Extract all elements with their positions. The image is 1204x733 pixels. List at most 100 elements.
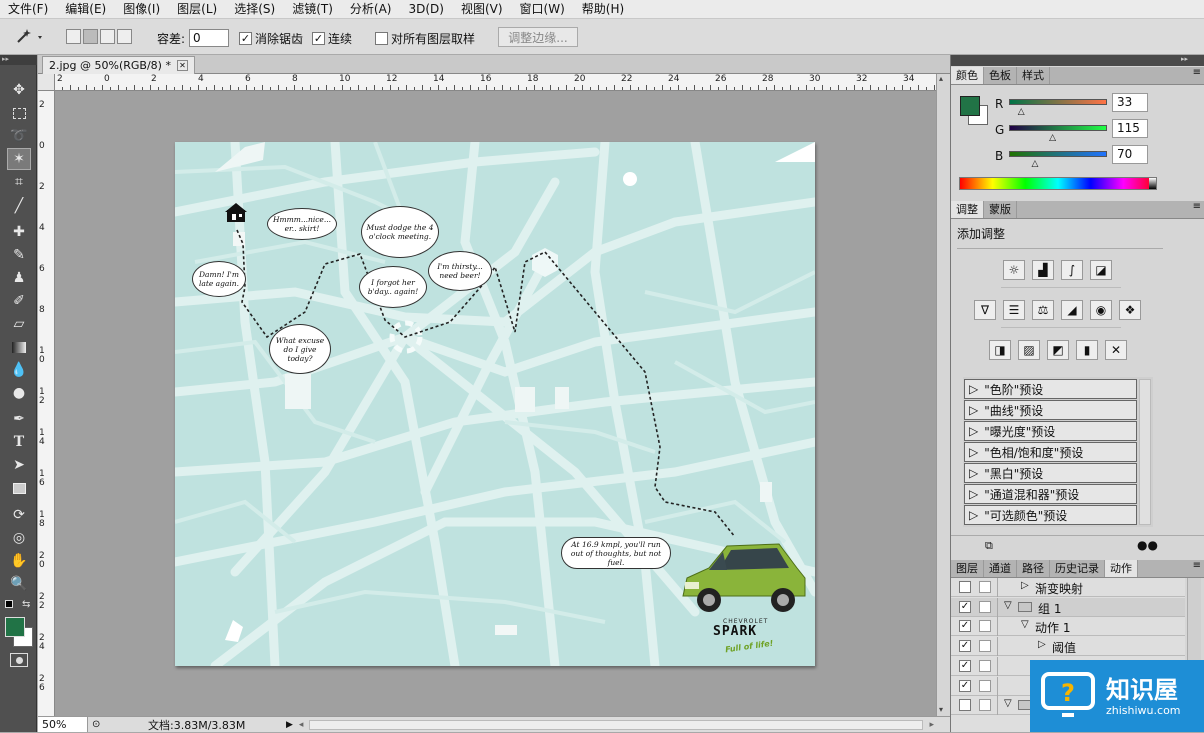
preset-black-white[interactable]: ▷ "黑白"预设 [964,463,1137,483]
visibility-options-icon[interactable]: ●● [1137,538,1158,552]
3d-rotate-tool-icon[interactable]: ⟳ [7,504,31,526]
3d-orbit-tool-icon[interactable]: ◎ [7,527,31,549]
b-slider-thumb[interactable]: △ [1031,159,1038,169]
panel-menu-icon[interactable]: ≡ [1193,67,1204,84]
menu-item[interactable]: 编辑(E) [57,0,115,19]
action-toggle-checkbox[interactable]: ✓ [959,600,971,613]
menu-item[interactable]: 视图(V) [453,0,512,19]
selective-color-icon[interactable]: ✕ [1105,340,1127,360]
document-tab[interactable]: 2.jpg @ 50%(RGB/8) * ✕ [42,56,195,74]
menu-item[interactable]: 3D(D) [400,0,452,19]
new-selection-button[interactable] [66,29,81,44]
intersect-selection-button[interactable] [117,29,132,44]
subtract-selection-button[interactable] [100,29,115,44]
tolerance-input[interactable]: 0 [189,29,230,47]
panel-menu-icon[interactable]: ≡ [1193,201,1204,218]
action-dialog-toggle[interactable] [979,640,991,653]
menu-item[interactable]: 窗口(W) [512,0,574,19]
g-slider[interactable] [1009,125,1107,131]
tab-color[interactable]: 颜色 [951,67,984,84]
photo-filter-icon[interactable]: ◉ [1090,300,1112,320]
panel-collapse-icon[interactable]: ▸▸ [951,55,1204,66]
contiguous-checkbox[interactable]: ✓ 连续 [312,30,352,47]
default-colors-icon[interactable] [5,600,13,608]
sample-all-layers-checkbox[interactable]: 对所有图层取样 [375,30,475,47]
swap-colors-icon[interactable]: ⇆ [22,599,30,610]
marquee-tool-icon[interactable] [7,102,31,124]
type-tool-icon[interactable]: T [7,431,31,453]
menu-item[interactable]: 帮助(H) [574,0,633,19]
eraser-tool-icon[interactable]: ▱ [7,313,31,335]
preset-exposure[interactable]: ▷ "曝光度"预设 [964,421,1137,441]
menu-item[interactable]: 分析(A) [342,0,401,19]
black-white-icon[interactable]: ◢ [1061,300,1083,320]
add-selection-button[interactable] [83,29,98,44]
action-dialog-toggle[interactable] [979,581,991,593]
scroll-left-icon[interactable]: ◂ [299,720,304,730]
history-brush-tool-icon[interactable]: ✐ [7,290,31,312]
action-toggle-checkbox[interactable]: ✓ [959,640,971,653]
preset-selective-color[interactable]: ▷ "可选颜色"预设 [964,505,1137,525]
levels-icon[interactable]: ▟ [1032,260,1054,280]
magic-wand-tool-icon[interactable]: ✶ [7,148,31,170]
vibrance-icon[interactable]: ∇ [974,300,996,320]
g-slider-thumb[interactable]: △ [1049,133,1056,143]
b-input[interactable]: 70 [1112,145,1148,164]
menu-item[interactable]: 图像(I) [115,0,169,19]
action-row[interactable]: ✓ ▽ 组 1 [951,597,1185,617]
tab-masks[interactable]: 蒙版 [984,201,1017,218]
tab-swatches[interactable]: 色板 [984,67,1017,84]
zoom-tool-icon[interactable]: 🔍 [7,573,31,595]
magic-wand-preset-icon[interactable] [12,26,46,48]
shape-tool-icon[interactable] [7,477,31,499]
scroll-right-icon[interactable]: ▸ [929,720,934,730]
action-toggle-checkbox[interactable]: ✓ [959,620,971,633]
collapse-arrow-icon[interactable]: ▽ [1021,619,1029,630]
hue-saturation-icon[interactable]: ☰ [1003,300,1025,320]
tab-layers[interactable]: 图层 [951,560,984,577]
expand-arrow-icon[interactable]: ▷ [1038,639,1046,650]
b-slider[interactable] [1009,151,1107,157]
foreground-color-chip[interactable] [960,96,980,116]
posterize-icon[interactable]: ▨ [1018,340,1040,360]
tab-paths[interactable]: 路径 [1017,560,1050,577]
action-toggle-checkbox[interactable] [959,581,971,593]
tab-history[interactable]: 历史记录 [1050,560,1105,577]
preset-curves[interactable]: ▷ "曲线"预设 [964,400,1137,420]
lasso-tool-icon[interactable]: ➰ [7,125,31,147]
document-image[interactable]: Hmmm...nice... er.. skirt! Must dodge th… [175,142,815,666]
quick-mask-icon[interactable] [10,653,28,667]
r-slider[interactable] [1009,99,1107,105]
menu-item[interactable]: 选择(S) [226,0,284,19]
gradient-tool-icon[interactable] [7,336,31,358]
status-menu-arrow-icon[interactable]: ▶ [286,720,293,730]
menu-item[interactable]: 滤镜(T) [284,0,342,19]
curves-icon[interactable]: ∫ [1061,260,1083,280]
action-dialog-toggle[interactable] [979,699,991,712]
expand-arrow-icon[interactable]: ▷ [1021,580,1029,591]
menu-item[interactable]: 文件(F) [0,0,57,19]
status-icon[interactable]: ⊙ [92,719,106,730]
healing-brush-tool-icon[interactable]: ✚ [7,221,31,243]
path-selection-tool-icon[interactable]: ➤ [7,454,31,476]
action-toggle-checkbox[interactable]: ✓ [959,679,971,692]
channel-mixer-icon[interactable]: ❖ [1119,300,1141,320]
horizontal-scrollbar[interactable] [309,719,924,730]
tab-channels[interactable]: 通道 [984,560,1017,577]
preset-levels[interactable]: ▷ "色阶"预设 [964,379,1137,399]
clone-stamp-tool-icon[interactable]: ♟ [7,267,31,289]
action-row[interactable]: ▷ 渐变映射 [951,578,1185,597]
color-balance-icon[interactable]: ⚖ [1032,300,1054,320]
eyedropper-tool-icon[interactable]: ╱ [7,195,31,217]
exposure-icon[interactable]: ◪ [1090,260,1112,280]
zoom-field[interactable]: 50% [38,717,88,732]
black-white-ramp[interactable] [1149,178,1156,189]
brightness-contrast-icon[interactable]: ☼ [1003,260,1025,280]
collapse-arrow-icon[interactable]: ▽ [1004,600,1012,611]
color-spectrum-bar[interactable] [959,177,1157,190]
r-input[interactable]: 33 [1112,93,1148,112]
preset-channel-mixer[interactable]: ▷ "通道混和器"预设 [964,484,1137,504]
collapse-arrow-icon[interactable]: ▽ [1004,698,1012,709]
g-input[interactable]: 115 [1112,119,1148,138]
blur-tool-icon[interactable]: 💧 [7,359,31,381]
